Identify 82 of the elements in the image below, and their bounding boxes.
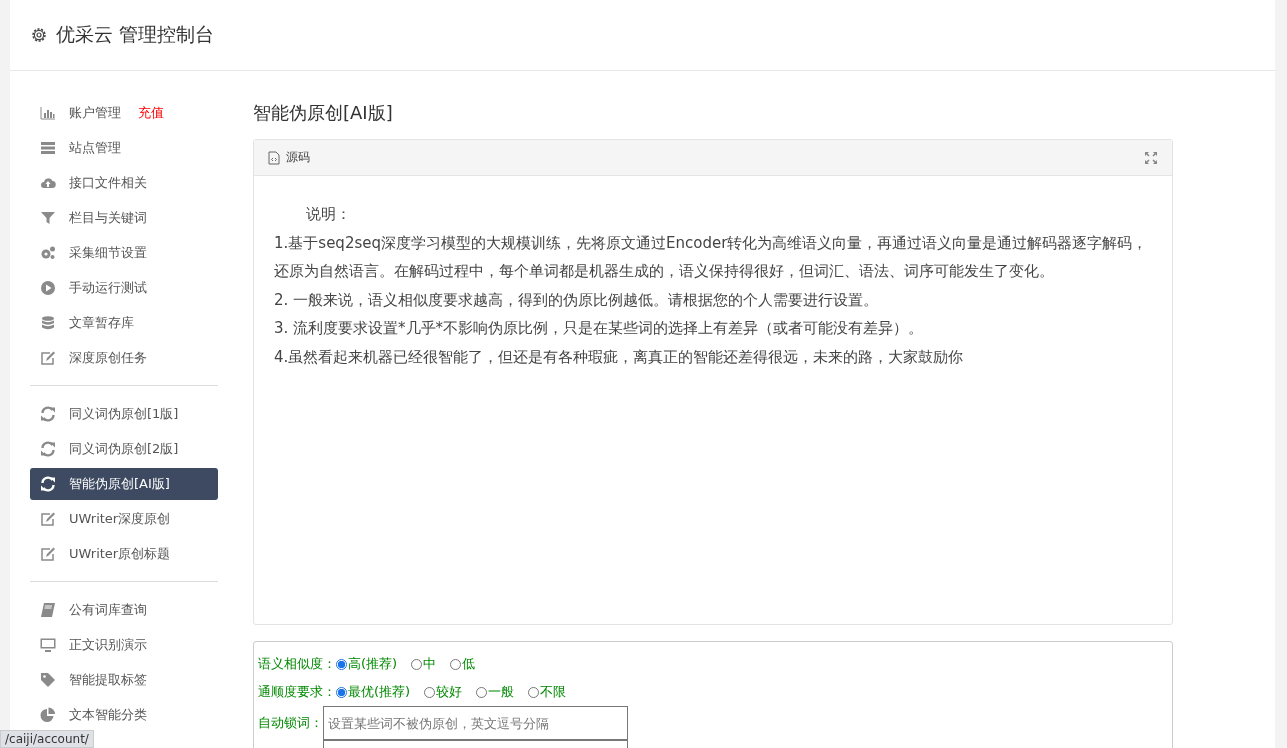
sidebar-item[interactable]: 深度原创任务 [30,342,218,374]
sidebar-label: 同义词伪原创[1版] [69,405,179,423]
pie-chart-icon [40,707,56,723]
radio-option[interactable]: 较好 [424,683,463,701]
sidebar-label: 文章暂存库 [69,314,134,332]
radio-button[interactable] [424,686,436,698]
edit-icon [40,350,56,366]
sidebar-item[interactable]: 账户管理 充值 [30,97,218,129]
sidebar-item[interactable]: 采集细节设置 [30,237,218,269]
source-tab[interactable]: 源码 [268,149,310,166]
edit-icon [40,511,56,527]
database-icon [40,315,56,331]
editor-paragraph: 4.虽然看起来机器已经很智能了，但还是有各种瑕疵，离真正的智能还差得很远，未来的路，大家鼓励你 [274,346,965,368]
radio-button[interactable] [450,658,462,670]
editor-paragraph: 2. 一般来说，语义相似度要求越高，得到的伪原比例越低。请根据您的个人需要进行设置。 [274,289,880,311]
radio-option[interactable]: 不限 [528,683,567,701]
recharge-link[interactable]: 充值 [138,104,164,122]
sidebar-label: 正文识别演示 [69,636,147,654]
sidebar-label: 栏目与关键词 [69,209,147,227]
sidebar-label: 深度原创任务 [69,349,147,367]
editor-paragraph: 3. 流利度要求设置*几乎*不影响伪原比例，只是在某些词的选择上有差异（或者可能没有差异）。 [274,318,925,339]
sidebar-label: 站点管理 [69,139,121,157]
sidebar-item[interactable]: 栏目与关键词 [30,202,218,234]
book-icon [40,602,56,618]
sidebar-item[interactable]: 智能提取标签 [30,664,218,696]
option-label: 自动锁词： [258,714,323,732]
url-tooltip: /caiji/account/ [0,730,94,748]
gears-icon [40,245,56,261]
cloud-upload-icon [40,175,56,191]
sidebar-item[interactable]: 站点管理 [30,132,218,164]
play-icon [40,280,56,296]
editor-paragraph: 1.基于seq2seq深度学习模型的大规模训练，先将原文通过Encoder转化为高维语义向量，再通过语义向量是通过解码器逐字解码，还原为自然语言。在解码过程中，每个单词都是机器生成的，语义保持得很好，但词汇、语法、词序可能发生了变化。 [274,232,1149,282]
fullscreen-icon[interactable] [1144,150,1158,165]
sidebar-item[interactable]: 智能伪原创[AI版] [30,468,218,500]
sidebar-label: 手动运行测试 [69,279,147,297]
editor-heading: 说明： [305,204,352,225]
sidebar-item[interactable]: 公有词库查询 [30,594,218,626]
sidebar-label: 公有词库查询 [69,601,147,619]
sidebar-item[interactable]: 文本智能分类 [30,699,218,731]
sidebar-label: UWriter深度原创 [69,510,171,528]
sidebar-item[interactable]: 文章暂存库 [30,307,218,339]
sidebar-label: 采集细节设置 [69,244,147,262]
sidebar-label: 智能提取标签 [69,671,147,689]
radio-option[interactable]: 高(推荐) [336,655,398,673]
sidebar-item[interactable]: UWriter原创标题 [30,538,218,570]
radio-option[interactable]: 最优(推荐) [336,683,411,701]
tag-icon [40,672,56,688]
filter-icon [40,210,56,226]
monitor-icon [40,637,56,653]
radio-option[interactable]: 一般 [476,683,515,701]
sidebar-item[interactable]: 同义词伪原创[2版] [30,433,218,465]
sidebar-label: 文本智能分类 [69,706,147,724]
edit-icon [40,546,56,562]
radio-button[interactable] [336,686,347,698]
server-icon [40,140,56,156]
sidebar-item[interactable]: 接口文件相关 [30,167,218,199]
sidebar-item[interactable]: 同义词伪原创[1版] [30,398,218,430]
refresh-icon [40,476,56,492]
radio-button[interactable] [411,658,423,670]
sidebar-item[interactable]: UWriter深度原创 [30,503,218,535]
sidebar-label: 账户管理 [69,104,121,122]
sidebar-label: 接口文件相关 [69,174,147,192]
radio-button[interactable] [476,686,488,698]
settings-icon [30,26,48,44]
sidebar-item[interactable]: 手动运行测试 [30,272,218,304]
file-code-icon [268,150,280,165]
refresh-icon [40,406,56,422]
page-title: 智能伪原创[AI版] [253,101,394,125]
sidebar-label: 智能伪原创[AI版] [69,475,170,493]
app-title: 优采云 管理控制台 [56,22,215,47]
sidebar-item[interactable]: 正文识别演示 [30,629,218,661]
option-label: 语义相似度： [258,655,336,673]
radio-button[interactable] [528,686,540,698]
option-label: 通顺度要求： [258,683,336,701]
radio-option[interactable]: 低 [450,655,476,673]
radio-option[interactable]: 中 [411,655,437,673]
input-field[interactable]: 设置某些词不被伪原创，英文逗号分隔 [323,706,628,740]
refresh-icon [40,441,56,457]
bar-chart-icon [40,105,56,121]
sidebar-label: 同义词伪原创[2版] [69,440,179,458]
radio-button[interactable] [336,658,347,670]
sidebar-label: UWriter原创标题 [69,545,171,563]
